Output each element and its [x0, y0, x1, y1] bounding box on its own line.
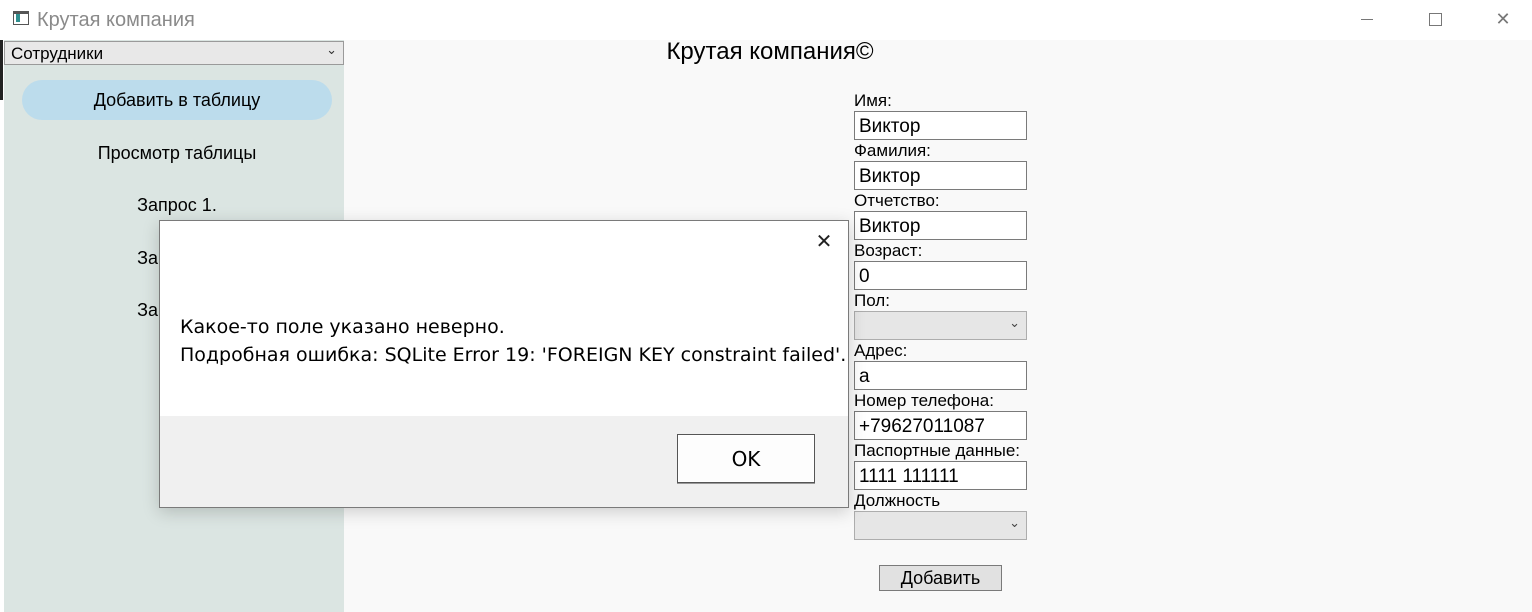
window-title: Крутая компания	[37, 9, 195, 31]
title-bar: Крутая компания ✕	[0, 0, 1532, 40]
ok-button[interactable]: OK	[677, 434, 815, 483]
dialog-message: Какое-то поле указано неверно. Подробная…	[180, 313, 846, 369]
app-icon	[13, 11, 29, 25]
patronymic-label: Отчетство:	[854, 191, 940, 210]
age-field[interactable]: 0	[854, 261, 1027, 290]
sidebar-item-label: Просмотр таблицы	[97, 142, 257, 163]
table-select[interactable]: Сотрудники ⌄	[4, 41, 344, 65]
minimize-icon	[1361, 18, 1373, 20]
first-name-field[interactable]: Виктор	[854, 111, 1027, 140]
gender-label: Пол:	[854, 291, 890, 310]
close-window-button[interactable]: ✕	[1480, 0, 1526, 38]
dialog-close-button[interactable]: ✕	[812, 229, 836, 253]
page-title: Крутая компания©	[666, 38, 874, 65]
age-label: Возраст:	[854, 241, 923, 260]
dialog-message-line2: Подробная ошибка: SQLite Error 19: 'FORE…	[180, 344, 847, 366]
error-dialog: ✕ Какое-то поле указано неверно. Подробн…	[159, 220, 849, 508]
close-icon: ✕	[815, 229, 833, 253]
passport-label: Паспортные данные:	[854, 441, 1021, 460]
gender-select[interactable]: ⌄	[854, 311, 1027, 340]
sidebar-item-label: Добавить в таблицу	[93, 89, 261, 110]
maximize-button[interactable]	[1412, 0, 1458, 38]
table-select-value: Сотрудники	[11, 44, 104, 63]
sidebar-item-label: Запрос 1.	[137, 194, 217, 215]
minimize-button[interactable]	[1344, 0, 1390, 38]
passport-field[interactable]: 1111 111111	[854, 461, 1027, 490]
phone-field[interactable]: +79627011087	[854, 411, 1027, 440]
address-field[interactable]: а	[854, 361, 1027, 390]
dialog-footer: OK	[160, 416, 848, 507]
sidebar-item-query-1[interactable]: Запрос 1.	[22, 185, 332, 225]
address-label: Адрес:	[854, 341, 908, 360]
phone-label: Номер телефона:	[854, 391, 994, 410]
app-window: Крутая компания ✕ Добавить в таблицу Про…	[0, 0, 1532, 612]
close-icon: ✕	[1495, 8, 1511, 30]
chevron-down-icon: ⌄	[1009, 316, 1020, 331]
background-window-edge-dark	[0, 40, 3, 100]
patronymic-field[interactable]: Виктор	[854, 211, 1027, 240]
position-label: Должность	[854, 491, 941, 510]
sidebar-item-add-to-table[interactable]: Добавить в таблицу	[22, 80, 332, 120]
chevron-down-icon: ⌄	[1009, 516, 1020, 531]
maximize-icon	[1428, 12, 1442, 26]
dialog-message-line1: Какое-то поле указано неверно.	[180, 316, 505, 338]
chevron-down-icon: ⌄	[326, 43, 337, 58]
last-name-label: Фамилия:	[854, 141, 931, 160]
position-select[interactable]: ⌄	[854, 511, 1027, 540]
last-name-field[interactable]: Виктор	[854, 161, 1027, 190]
add-button[interactable]: Добавить	[879, 565, 1002, 591]
sidebar-item-view-table[interactable]: Просмотр таблицы	[22, 133, 332, 173]
first-name-label: Имя:	[854, 91, 892, 110]
